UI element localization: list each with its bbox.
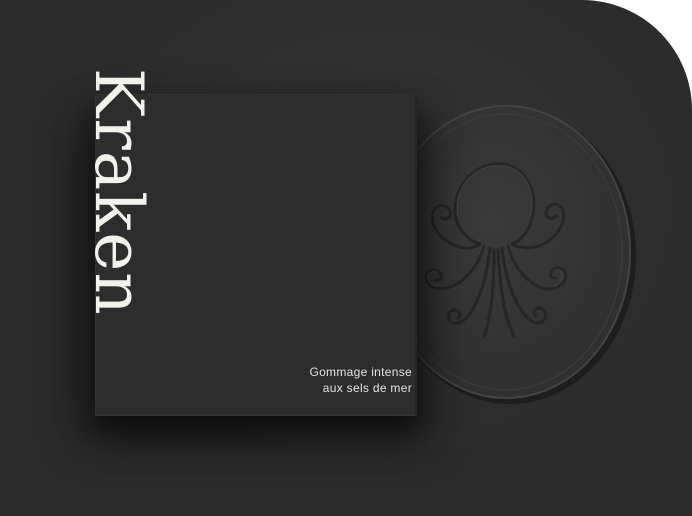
brand-name: Kraken <box>80 68 157 316</box>
box-edge <box>414 94 417 416</box>
tagline-line-1: Gommage intense <box>309 365 412 379</box>
tagline-line-2: aux sels de mer <box>322 381 412 395</box>
product-tagline: Gommage intense aux sels de mer <box>262 364 412 396</box>
product-photo: Kraken Gommage intense aux sels de mer <box>0 0 692 516</box>
